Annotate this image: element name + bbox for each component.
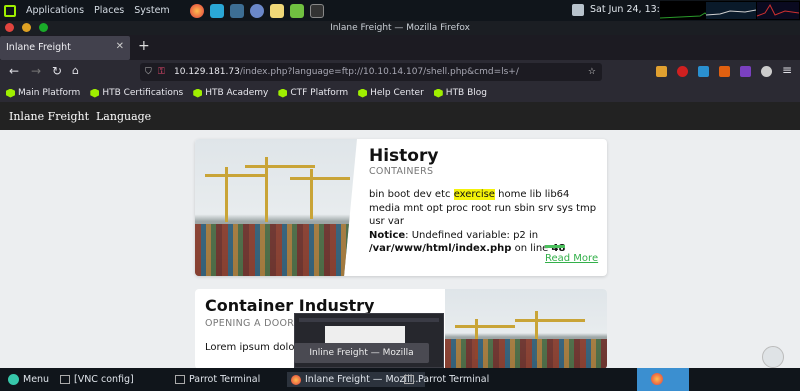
window-maximize-button[interactable] (39, 23, 48, 32)
tab-inlane-freight[interactable]: Inlane Freight ✕ (0, 36, 130, 60)
system-monitor-graph (659, 1, 800, 20)
url-bar[interactable]: ⛉ ⚿ 10.129.181.73/index.php?language=ftp… (140, 63, 602, 81)
text-editor-icon[interactable] (269, 3, 284, 18)
site-brand[interactable]: Inlane Freight (9, 110, 89, 123)
shield-icon[interactable]: ⛉ (145, 63, 152, 81)
extension-icon[interactable] (677, 66, 688, 77)
extension-icon[interactable] (719, 66, 730, 77)
url-host: 10.129.181.73 (174, 67, 240, 77)
url-path: /index.php?language=ftp://10.10.14.107/s… (239, 67, 519, 77)
home-icon[interactable]: ⌂ (72, 64, 79, 77)
history-subtitle: CONTAINERS (369, 166, 434, 177)
network-status-icon[interactable] (572, 4, 584, 16)
workspace-indicator[interactable] (637, 368, 689, 391)
taskbar-menu[interactable]: Menu (8, 372, 49, 387)
menu-system[interactable]: System (134, 5, 169, 16)
bookmark-help-center[interactable]: Help Center (358, 88, 424, 98)
htb-icon (6, 88, 15, 98)
bookmark-htb-certifications[interactable]: HTB Certifications (90, 88, 183, 98)
read-more-link[interactable]: Read More (545, 253, 598, 264)
settings-launcher-icon[interactable] (249, 3, 264, 18)
navigation-bar: ← → ↻ ⌂ ⛉ ⚿ 10.129.181.73/index.php?lang… (0, 60, 800, 84)
os-top-bar: Applications Places System Sat Jun 24, 1… (0, 0, 800, 21)
terminal-icon[interactable] (309, 3, 324, 18)
highlighted-word: exercise (453, 189, 495, 200)
notice-label: Notice (369, 229, 406, 241)
read-more-accent (545, 245, 565, 248)
extension-icon[interactable] (698, 66, 709, 77)
htb-icon (433, 88, 443, 98)
burp-launcher-icon[interactable] (209, 3, 224, 18)
bookmark-main-platform[interactable]: Main Platform (6, 88, 80, 98)
htb-icon (193, 88, 203, 98)
applications-icon[interactable] (4, 4, 16, 17)
extension-icon[interactable] (656, 66, 667, 77)
firefox-icon (651, 373, 663, 385)
window-minimize-button[interactable] (22, 23, 31, 32)
bookmark-htb-academy[interactable]: HTB Academy (193, 88, 268, 98)
window-icon (60, 375, 70, 384)
menu-places[interactable]: Places (94, 5, 124, 16)
back-icon[interactable]: ← (9, 64, 19, 78)
network-tool-icon[interactable] (229, 3, 244, 18)
taskbar-terminal-1[interactable]: Parrot Terminal (175, 372, 260, 387)
reload-icon[interactable]: ↻ (52, 64, 62, 78)
site-navbar: Inlane Freight Language (0, 102, 800, 130)
command-output: bin boot dev etc exercise home lib lib64… (369, 189, 597, 254)
htb-icon (90, 88, 100, 98)
menu-icon[interactable]: ≡ (782, 63, 792, 77)
htb-icon (278, 88, 288, 98)
taskbar: Menu [VNC config] Parrot Terminal Inlane… (0, 368, 800, 391)
htb-icon (358, 88, 368, 98)
forward-icon[interactable]: → (31, 64, 41, 78)
taskbar-terminal-2[interactable]: Parrot Terminal (404, 372, 489, 387)
tab-label: Inlane Freight (6, 42, 71, 53)
bookmarks-bar: Main Platform HTB Certifications HTB Aca… (0, 84, 800, 102)
bookmark-ctf-platform[interactable]: CTF Platform (278, 88, 348, 98)
menu-applications[interactable]: Applications (26, 5, 84, 16)
taskbar-tooltip: Inline Freight — Mozilla Firefox (294, 343, 429, 378)
parrot-menu-icon (8, 374, 19, 385)
new-tab-icon[interactable]: + (138, 38, 150, 54)
taskbar-vnc-config[interactable]: [VNC config] (60, 372, 134, 387)
close-tab-icon[interactable]: ✕ (116, 41, 124, 52)
files-icon[interactable] (289, 3, 304, 18)
window-close-button[interactable] (5, 23, 14, 32)
nav-language[interactable]: Language (96, 110, 151, 123)
terminal-icon (175, 375, 185, 384)
history-title: History (369, 146, 439, 166)
extension-icon[interactable] (761, 66, 772, 77)
extension-icon[interactable] (740, 66, 751, 77)
port-photo (195, 139, 357, 276)
tab-bar: Inlane Freight ✕ + (0, 35, 800, 60)
firefox-icon (291, 374, 301, 385)
terminal-icon (404, 375, 414, 384)
clipboard-icon[interactable] (762, 346, 784, 368)
window-title: Inlane Freight — Mozilla Firefox (0, 21, 800, 35)
bookmark-star-icon[interactable]: ☆ (588, 63, 596, 81)
notice-path: /var/www/html/index.php (369, 243, 512, 254)
port-photo (445, 289, 607, 369)
bookmark-htb-blog[interactable]: HTB Blog (433, 88, 487, 98)
lock-icon[interactable]: ⚿ (158, 63, 165, 81)
firefox-launcher-icon[interactable] (189, 3, 204, 18)
